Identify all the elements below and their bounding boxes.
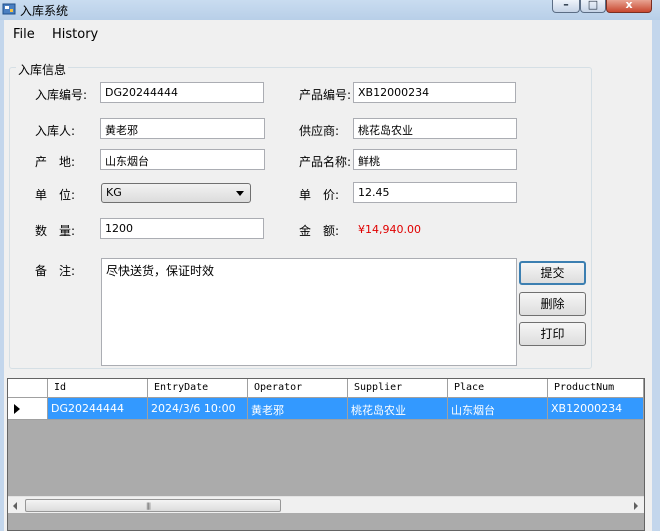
price-label: 单 价: <box>299 188 340 202</box>
minimize-button[interactable]: – <box>552 0 580 13</box>
unit-select[interactable]: KG <box>101 183 251 203</box>
supplier-label: 供应商: <box>299 124 340 138</box>
operator-field[interactable]: 黄老邪 <box>100 118 265 139</box>
scroll-left-icon[interactable] <box>13 502 17 510</box>
menu-file[interactable]: File <box>13 27 35 42</box>
close-button[interactable]: x <box>606 0 652 13</box>
origin-label: 产 地: <box>35 155 76 169</box>
product-name-field[interactable]: 鲜桃 <box>353 149 517 170</box>
cell-id[interactable]: DG20244444 <box>48 398 148 420</box>
menu-history[interactable]: History <box>52 27 98 42</box>
amount-value: ¥14,940.00 <box>358 223 421 236</box>
cell-place[interactable]: 山东烟台 <box>448 398 548 420</box>
price-field[interactable]: 12.45 <box>353 182 517 203</box>
grid-corner-header <box>8 379 48 398</box>
cell-operator[interactable]: 黄老邪 <box>248 398 348 420</box>
print-button[interactable]: 打印 <box>519 322 586 346</box>
product-no-field[interactable]: XB12000234 <box>353 82 516 103</box>
scroll-right-icon[interactable] <box>634 502 638 510</box>
column-header-place[interactable]: Place <box>448 379 548 398</box>
scroll-grip-icon: ||| <box>146 502 151 510</box>
amount-label: 金 额: <box>299 224 340 238</box>
column-header-operator[interactable]: Operator <box>248 379 348 398</box>
column-header-id[interactable]: Id <box>48 379 148 398</box>
table-row[interactable]: DG20244444 2024/3/6 10:00 黄老邪 桃花岛农业 山东烟台… <box>8 398 644 420</box>
quantity-label: 数 量: <box>35 224 76 238</box>
unit-select-value: KG <box>106 186 122 199</box>
submit-button[interactable]: 提交 <box>519 261 586 285</box>
cell-supplier[interactable]: 桃花岛农业 <box>348 398 448 420</box>
origin-field[interactable]: 山东烟台 <box>100 149 265 170</box>
column-header-entrydate[interactable]: EntryDate <box>148 379 248 398</box>
client-area: File History 入库信息 入库编号: DG20244444 产品编号:… <box>4 20 652 531</box>
close-icon: x <box>625 0 633 11</box>
column-header-supplier[interactable]: Supplier <box>348 379 448 398</box>
menu-bar: File History <box>4 20 652 46</box>
product-name-label: 产品名称: <box>299 155 352 169</box>
maximize-icon: □ <box>587 0 599 11</box>
app-icon <box>2 3 16 15</box>
product-no-label: 产品编号: <box>299 88 352 102</box>
group-title: 入库信息 <box>16 61 69 78</box>
horizontal-scrollbar[interactable]: ||| <box>8 496 644 513</box>
cell-productnum[interactable]: XB12000234 <box>548 398 644 420</box>
operator-label: 入库人: <box>35 124 76 138</box>
window-title: 入库系统 <box>20 4 69 18</box>
remark-label: 备 注: <box>35 264 76 278</box>
maximize-button[interactable]: □ <box>580 0 606 13</box>
grid-header: Id EntryDate Operator Supplier Place Pro… <box>8 379 644 398</box>
delete-button[interactable]: 删除 <box>519 292 586 316</box>
cell-entrydate[interactable]: 2024/3/6 10:00 <box>148 398 248 420</box>
history-grid[interactable]: Id EntryDate Operator Supplier Place Pro… <box>7 378 645 531</box>
window-frame-right <box>652 20 660 531</box>
current-row-icon <box>14 404 20 414</box>
entry-no-label: 入库编号: <box>35 88 88 102</box>
scroll-thumb[interactable]: ||| <box>25 499 281 512</box>
title-bar[interactable]: 入库系统 – □ x <box>0 0 660 20</box>
minimize-icon: – <box>563 0 569 11</box>
column-header-productnum[interactable]: ProductNum <box>548 379 644 398</box>
supplier-field[interactable]: 桃花岛农业 <box>353 118 517 139</box>
row-header[interactable] <box>8 398 48 420</box>
chevron-down-icon <box>236 191 244 196</box>
quantity-field[interactable]: 1200 <box>100 218 264 239</box>
unit-label: 单 位: <box>35 188 76 202</box>
entry-no-field[interactable]: DG20244444 <box>100 82 264 103</box>
remark-textarea[interactable]: 尽快送货，保证时效 <box>101 258 517 366</box>
